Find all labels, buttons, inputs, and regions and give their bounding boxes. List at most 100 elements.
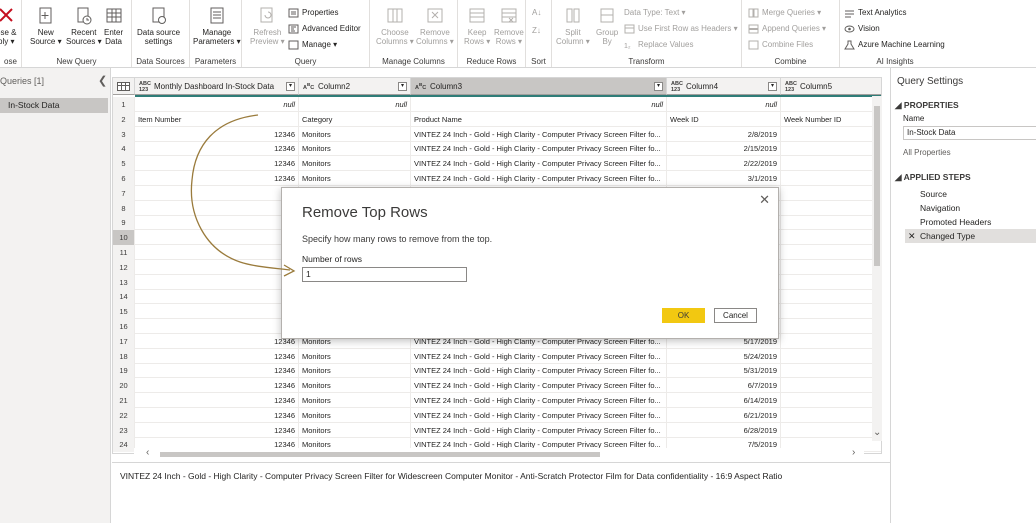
keep-rows-button[interactable]: Keep Rows ▾ — [464, 6, 490, 46]
ok-button[interactable]: OK — [662, 308, 705, 323]
enter-data-button[interactable]: Enter Data — [104, 6, 123, 46]
new-source-button[interactable]: New Source ▾ — [30, 6, 62, 46]
table-cell[interactable]: Monitors — [299, 141, 411, 157]
table-row[interactable]: 1 null null null null — [113, 97, 881, 112]
table-cell[interactable] — [781, 186, 881, 201]
table-cell[interactable]: 12346 — [135, 141, 299, 157]
table-cell[interactable]: VINTEZ 24 Inch - Gold - High Clarity - C… — [411, 407, 667, 423]
table-cell[interactable]: 12 — [135, 274, 299, 290]
table-cell[interactable]: 6/21/2019 — [667, 407, 781, 423]
table-cell[interactable]: Monitors — [299, 378, 411, 394]
table-cell[interactable]: 5/31/2019 — [667, 363, 781, 379]
sort-ascending-icon[interactable]: A↓ — [532, 6, 541, 20]
delete-step-icon[interactable]: ✕ — [908, 229, 916, 243]
table-cell[interactable]: VINTEZ 24 Inch - Gold - High Clarity - C… — [411, 363, 667, 379]
table-cell[interactable]: 2/8/2019 — [667, 126, 781, 142]
table-row[interactable]: 6 12346 Monitors VINTEZ 24 Inch - Gold - Hi… — [113, 171, 881, 186]
table-cell[interactable] — [781, 304, 881, 319]
table-cell[interactable] — [781, 334, 881, 349]
scroll-down-icon[interactable]: ⌄ — [873, 427, 881, 438]
table-row[interactable]: 2 Item Number Category Product Name Week ID W… — [113, 111, 881, 127]
vision-button[interactable]: Vision — [844, 22, 880, 36]
table-cell[interactable]: 12 — [135, 230, 299, 246]
table-cell[interactable]: 12 — [135, 215, 299, 231]
close-apply-button[interactable]: ose & ply ▾ — [0, 6, 16, 46]
table-cell[interactable]: VINTEZ 24 Inch - Gold - High Clarity - C… — [411, 422, 667, 438]
split-column-button[interactable]: Split Column ▾ — [556, 6, 590, 46]
table-cell[interactable] — [781, 127, 881, 142]
table-cell[interactable]: 12 — [135, 200, 299, 216]
recent-sources-button[interactable]: Recent Sources ▾ — [66, 6, 102, 46]
azure-ml-button[interactable]: Azure Machine Learning — [844, 38, 945, 52]
append-queries-button[interactable]: Append Queries ▾ — [748, 22, 826, 36]
sort-descending-icon[interactable]: Z↓ — [532, 24, 541, 38]
table-cell[interactable]: 12346 — [135, 171, 299, 186]
table-cell[interactable]: VINTEZ 24 Inch - Gold - High Clarity - C… — [411, 171, 667, 186]
data-source-settings-button[interactable]: Data source settings — [137, 6, 180, 46]
number-of-rows-input[interactable]: 1 — [302, 267, 467, 282]
query-name-input[interactable]: In-Stock Data — [903, 126, 1036, 140]
table-cell[interactable]: 12 — [135, 319, 299, 334]
table-row[interactable]: 18 12346 Monitors VINTEZ 24 Inch - Gold - H… — [113, 348, 881, 364]
table-cell[interactable]: 6/7/2019 — [667, 378, 781, 394]
table-cell[interactable]: 12 — [135, 245, 299, 260]
step-changed-type[interactable]: ✕ Changed Type — [905, 229, 1036, 243]
table-cell[interactable]: Week ID — [667, 111, 781, 127]
combine-files-button[interactable]: Combine Files — [748, 38, 813, 52]
table-cell[interactable]: 3/1/2019 — [667, 171, 781, 186]
table-row[interactable]: 22 12346 Monitors VINTEZ 24 Inch - Gold - H… — [113, 407, 881, 423]
table-cell[interactable]: null — [667, 97, 781, 112]
table-cell[interactable]: 12346 — [135, 378, 299, 394]
table-cell[interactable]: 12346 — [135, 126, 299, 142]
all-properties-link[interactable]: All Properties — [903, 148, 951, 157]
step-navigation[interactable]: Navigation — [905, 201, 1036, 215]
table-cell[interactable] — [781, 260, 881, 275]
table-cell[interactable]: 12346 — [135, 348, 299, 364]
table-corner-menu[interactable] — [113, 78, 135, 95]
table-cell[interactable] — [781, 215, 881, 230]
text-analytics-button[interactable]: Text Analytics — [844, 6, 906, 20]
table-cell[interactable]: 12 — [135, 289, 299, 305]
table-cell[interactable]: null — [411, 97, 667, 112]
column-filter-icon[interactable]: ▾ — [398, 82, 407, 91]
collapse-pane-icon[interactable]: ❮ — [98, 74, 107, 87]
table-cell[interactable]: VINTEZ 24 Inch - Gold - High Clarity - C… — [411, 141, 667, 157]
table-cell[interactable]: 12346 — [135, 393, 299, 408]
table-cell[interactable]: Monitors — [299, 171, 411, 186]
table-cell[interactable]: 12346 — [135, 422, 299, 438]
table-cell[interactable] — [781, 289, 881, 304]
step-source[interactable]: Source — [905, 187, 1036, 201]
use-first-row-button[interactable]: Use First Row as Headers ▾ — [624, 22, 738, 36]
query-item-in-stock-data[interactable]: In-Stock Data — [0, 98, 108, 113]
table-cell[interactable]: 12346 — [135, 156, 299, 172]
table-cell[interactable] — [781, 97, 881, 112]
table-cell[interactable] — [781, 201, 881, 216]
manage-parameters-button[interactable]: Manage Parameters ▾ — [193, 6, 241, 46]
data-type-dropdown[interactable]: Data Type: Text ▾ — [624, 6, 686, 20]
properties-button[interactable]: Properties — [288, 6, 338, 20]
properties-section-header[interactable]: ◢ PROPERTIES — [895, 100, 959, 111]
table-cell[interactable]: null — [135, 97, 299, 112]
table-cell[interactable]: 6/28/2019 — [667, 422, 781, 438]
table-row[interactable]: 20 12346 Monitors VINTEZ 24 Inch - Gold - H… — [113, 378, 881, 394]
table-cell[interactable]: 12346 — [135, 333, 299, 349]
table-cell[interactable]: VINTEZ 24 Inch - Gold - High Clarity - C… — [411, 156, 667, 172]
advanced-editor-button[interactable]: Advanced Editor — [288, 22, 361, 36]
table-cell[interactable]: Monitors — [299, 422, 411, 438]
column-filter-icon[interactable]: ▾ — [654, 82, 663, 91]
table-row[interactable]: 23 12346 Monitors VINTEZ 24 Inch - Gold - H… — [113, 422, 881, 438]
manage-button[interactable]: Manage ▾ — [288, 38, 337, 52]
column-header-4[interactable]: ABC 123 Column4 ▾ — [667, 78, 781, 95]
column-filter-icon[interactable]: ▾ — [768, 82, 777, 91]
table-cell[interactable]: Monitors — [299, 393, 411, 408]
scroll-right-icon[interactable]: › — [852, 447, 855, 458]
table-cell[interactable] — [781, 319, 881, 334]
table-row[interactable]: 5 12346 Monitors VINTEZ 24 Inch - Gold - Hi… — [113, 156, 881, 172]
table-cell[interactable]: VINTEZ 24 Inch - Gold - High Clarity - C… — [411, 126, 667, 142]
table-cell[interactable] — [781, 423, 881, 438]
table-row[interactable]: 4 12346 Monitors VINTEZ 24 Inch - Gold - Hi… — [113, 141, 881, 157]
table-cell[interactable] — [781, 363, 881, 378]
refresh-preview-button[interactable]: Refresh Preview ▾ — [250, 6, 285, 46]
table-cell[interactable]: 6/14/2019 — [667, 393, 781, 408]
table-row[interactable]: 21 12346 Monitors VINTEZ 24 Inch - Gold - H… — [113, 393, 881, 408]
